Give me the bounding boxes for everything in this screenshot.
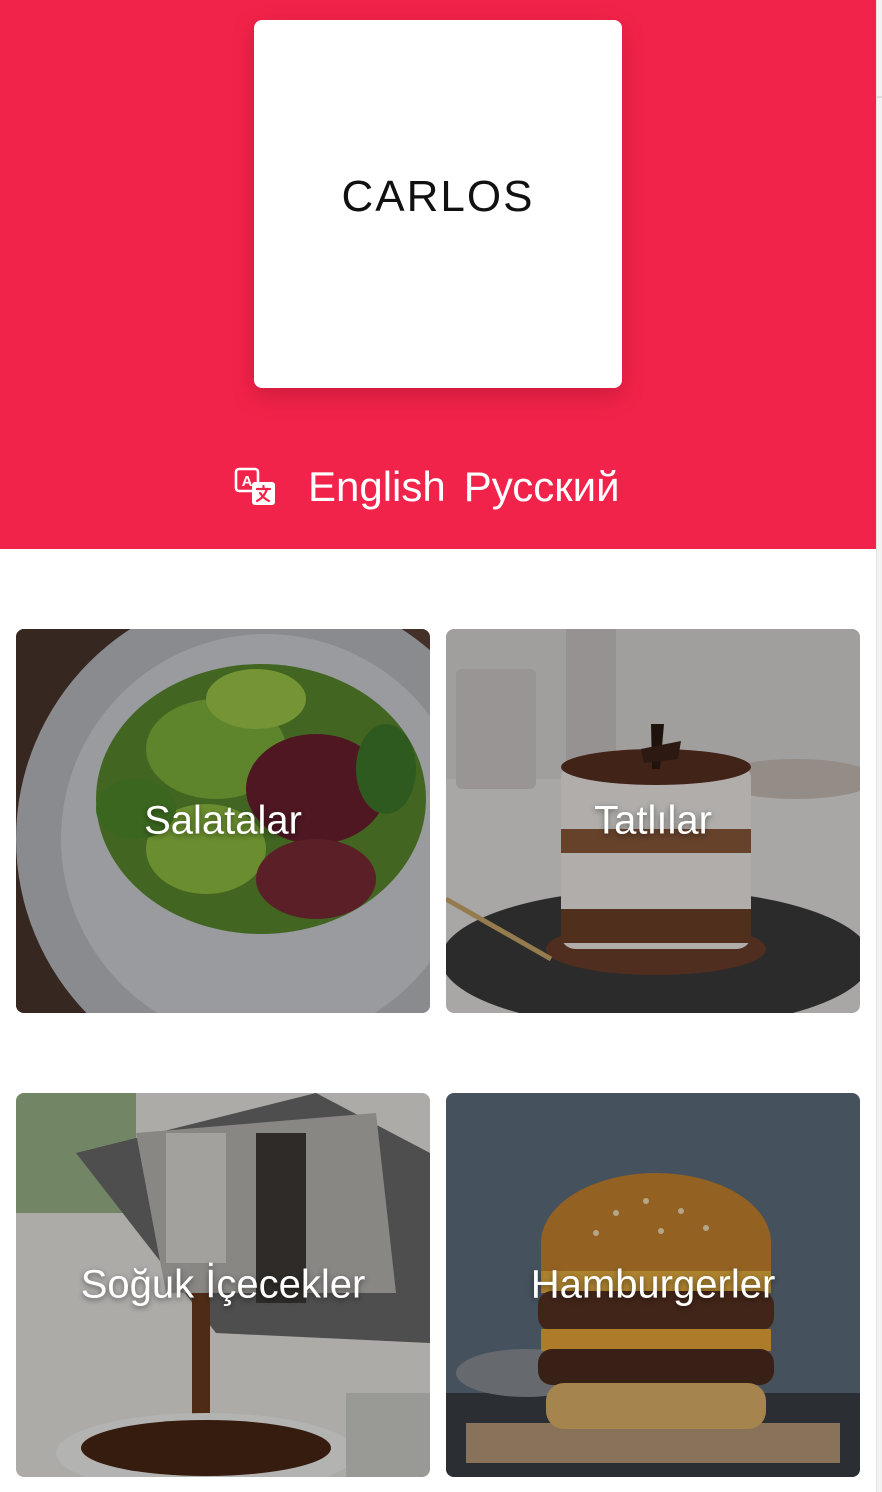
category-label: Salatalar [144, 798, 302, 843]
menu-header: CARLOS A English Русский [0, 0, 876, 549]
category-label: Soğuk İçecekler [80, 1262, 366, 1307]
language-switcher: A English Русский [234, 460, 620, 514]
svg-text:A: A [242, 473, 253, 490]
translate-icon: A [234, 467, 275, 505]
language-english-link[interactable]: English [308, 463, 446, 511]
language-russian-link[interactable]: Русский [464, 463, 620, 511]
category-tile-soguk-icecekler[interactable]: Soğuk İçecekler [16, 1093, 430, 1477]
category-tile-salatalar[interactable]: Salatalar [16, 629, 430, 1013]
scrollbar-track[interactable] [876, 0, 882, 1492]
category-label: Hamburgerler [530, 1262, 776, 1307]
logo-text: CARLOS [341, 172, 535, 221]
category-label: Tatlılar [594, 798, 712, 843]
category-tile-tatlilar[interactable]: Tatlılar [446, 629, 860, 1013]
category-tile-hamburgerler[interactable]: Hamburgerler [446, 1093, 860, 1477]
restaurant-logo: CARLOS [254, 20, 622, 388]
